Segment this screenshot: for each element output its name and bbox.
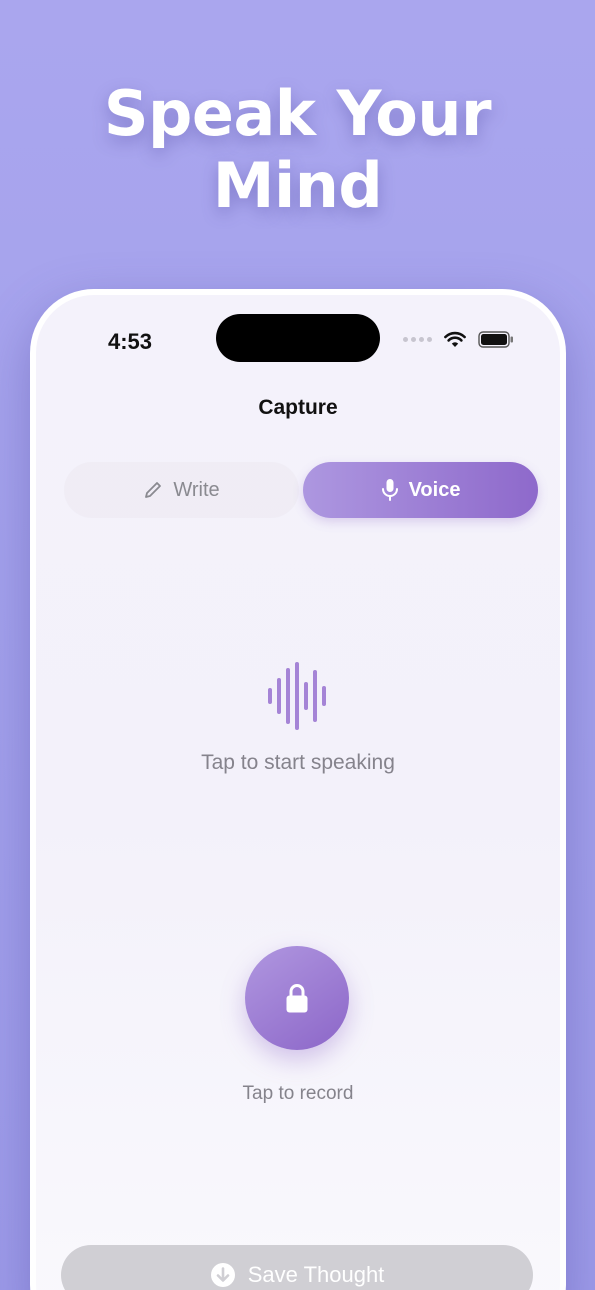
hero-heading: Speak Your Mind (0, 78, 595, 222)
speaking-hint[interactable]: Tap to start speaking (36, 751, 560, 775)
status-time: 4:53 (108, 329, 153, 354)
waveform-icon (268, 662, 326, 730)
mode-segmented-control: Write Voice (64, 462, 538, 522)
wifi-icon (444, 331, 466, 347)
tab-write[interactable]: Write (64, 462, 299, 518)
record-button[interactable] (245, 946, 349, 1050)
hero-line-1: Speak Your (103, 77, 492, 150)
arrow-down-circle-icon (210, 1263, 235, 1287)
tab-voice[interactable]: Voice (303, 462, 538, 518)
save-thought-label: Save Thought (247, 1262, 385, 1287)
record-label: Tap to record (242, 1083, 354, 1104)
battery-icon (478, 331, 513, 348)
microphone-icon (381, 479, 398, 501)
hero-line-2: Mind (212, 149, 383, 222)
app-screen: 4:53 Capture Write Voice Tap to start sp… (36, 295, 560, 1290)
signal-dots-icon (403, 337, 432, 342)
lock-icon (286, 984, 308, 1013)
phone-frame: 4:53 Capture Write Voice Tap to start sp… (30, 289, 566, 1290)
tab-voice-label: Voice (408, 478, 461, 501)
page-title: Capture (258, 396, 338, 419)
tab-write-label: Write (173, 478, 220, 501)
status-indicators (403, 331, 514, 348)
save-thought-button[interactable]: Save Thought (61, 1245, 533, 1290)
dynamic-island (216, 314, 380, 362)
pencil-icon (145, 482, 162, 498)
